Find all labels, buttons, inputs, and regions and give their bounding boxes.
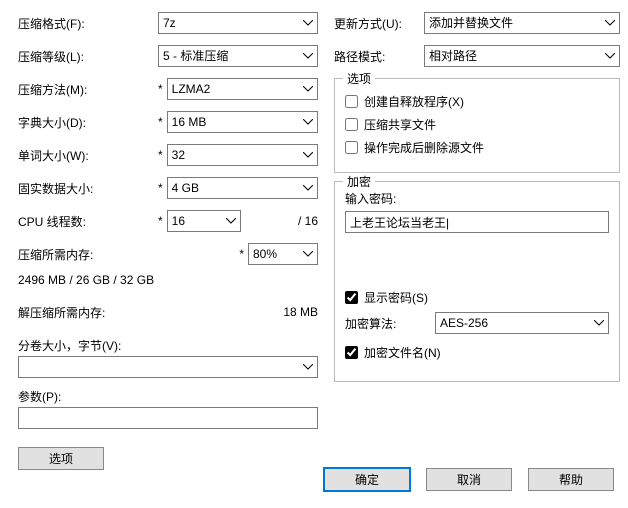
shared-checkbox[interactable]	[345, 118, 358, 131]
dict-select[interactable]: 16 MB	[167, 111, 318, 133]
threads-label: CPU 线程数:	[18, 213, 158, 230]
password-input[interactable]	[345, 211, 609, 233]
method-label: 压缩方法(M):	[18, 81, 158, 98]
word-more-icon: *	[158, 148, 163, 162]
volume-select[interactable]	[18, 356, 318, 378]
sfx-checkbox[interactable]	[345, 95, 358, 108]
threads-more-icon: *	[158, 214, 163, 228]
encrypt-names-label: 加密文件名(N)	[364, 344, 441, 361]
password-label: 输入密码:	[345, 190, 609, 207]
path-label: 路径模式:	[334, 48, 424, 65]
dict-label: 字典大小(D):	[18, 114, 158, 131]
cancel-button[interactable]: 取消	[426, 468, 512, 491]
delete-checkbox[interactable]	[345, 141, 358, 154]
options-group: 选项 创建自释放程序(X) 压缩共享文件 操作完成后删除源文件	[334, 78, 620, 173]
level-select[interactable]: 5 - 标准压缩	[158, 45, 318, 67]
mem-more-icon: *	[239, 247, 244, 261]
volume-label: 分卷大小，字节(V):	[18, 337, 318, 354]
encrypt-legend: 加密	[343, 173, 375, 190]
options-legend: 选项	[343, 70, 375, 87]
show-password-checkbox[interactable]	[345, 291, 358, 304]
help-button[interactable]: 帮助	[528, 468, 614, 491]
mem-compress-select[interactable]: 80%	[248, 243, 318, 265]
format-label: 压缩格式(F):	[18, 15, 158, 32]
sfx-label: 创建自释放程序(X)	[364, 93, 464, 110]
mem-decompress-label: 解压缩所需内存:	[18, 304, 258, 321]
shared-label: 压缩共享文件	[364, 116, 436, 133]
format-select[interactable]: 7z	[158, 12, 318, 34]
encrypt-names-checkbox[interactable]	[345, 346, 358, 359]
path-select[interactable]: 相对路径	[424, 45, 620, 67]
update-select[interactable]: 添加并替换文件	[424, 12, 620, 34]
solid-label: 固实数据大小:	[18, 180, 158, 197]
delete-label: 操作完成后删除源文件	[364, 139, 484, 156]
method-select[interactable]: LZMA2	[167, 78, 318, 100]
options-button[interactable]: 选项	[18, 447, 104, 470]
param-input[interactable]	[18, 407, 318, 429]
algo-select[interactable]: AES-256	[435, 312, 609, 334]
encrypt-group: 加密 输入密码: 显示密码(S) 加密算法: AES-256 加密文件名(N)	[334, 181, 620, 382]
param-label: 参数(P):	[18, 388, 318, 405]
update-label: 更新方式(U):	[334, 15, 424, 32]
ok-button[interactable]: 确定	[324, 468, 410, 491]
threads-select[interactable]: 16	[167, 210, 241, 232]
algo-label: 加密算法:	[345, 315, 435, 332]
show-password-label: 显示密码(S)	[364, 289, 428, 306]
solid-more-icon: *	[158, 181, 163, 195]
word-label: 单词大小(W):	[18, 147, 158, 164]
word-select[interactable]: 32	[167, 144, 318, 166]
mem-decompress-value: 18 MB	[258, 305, 318, 319]
threads-total: / 16	[298, 214, 318, 228]
mem-compress-label: 压缩所需内存:	[18, 246, 239, 263]
level-label: 压缩等级(L):	[18, 48, 158, 65]
dict-more-icon: *	[158, 115, 163, 129]
solid-select[interactable]: 4 GB	[167, 177, 318, 199]
mem-compress-detail: 2496 MB / 26 GB / 32 GB	[18, 273, 154, 287]
method-more-icon: *	[158, 82, 163, 96]
